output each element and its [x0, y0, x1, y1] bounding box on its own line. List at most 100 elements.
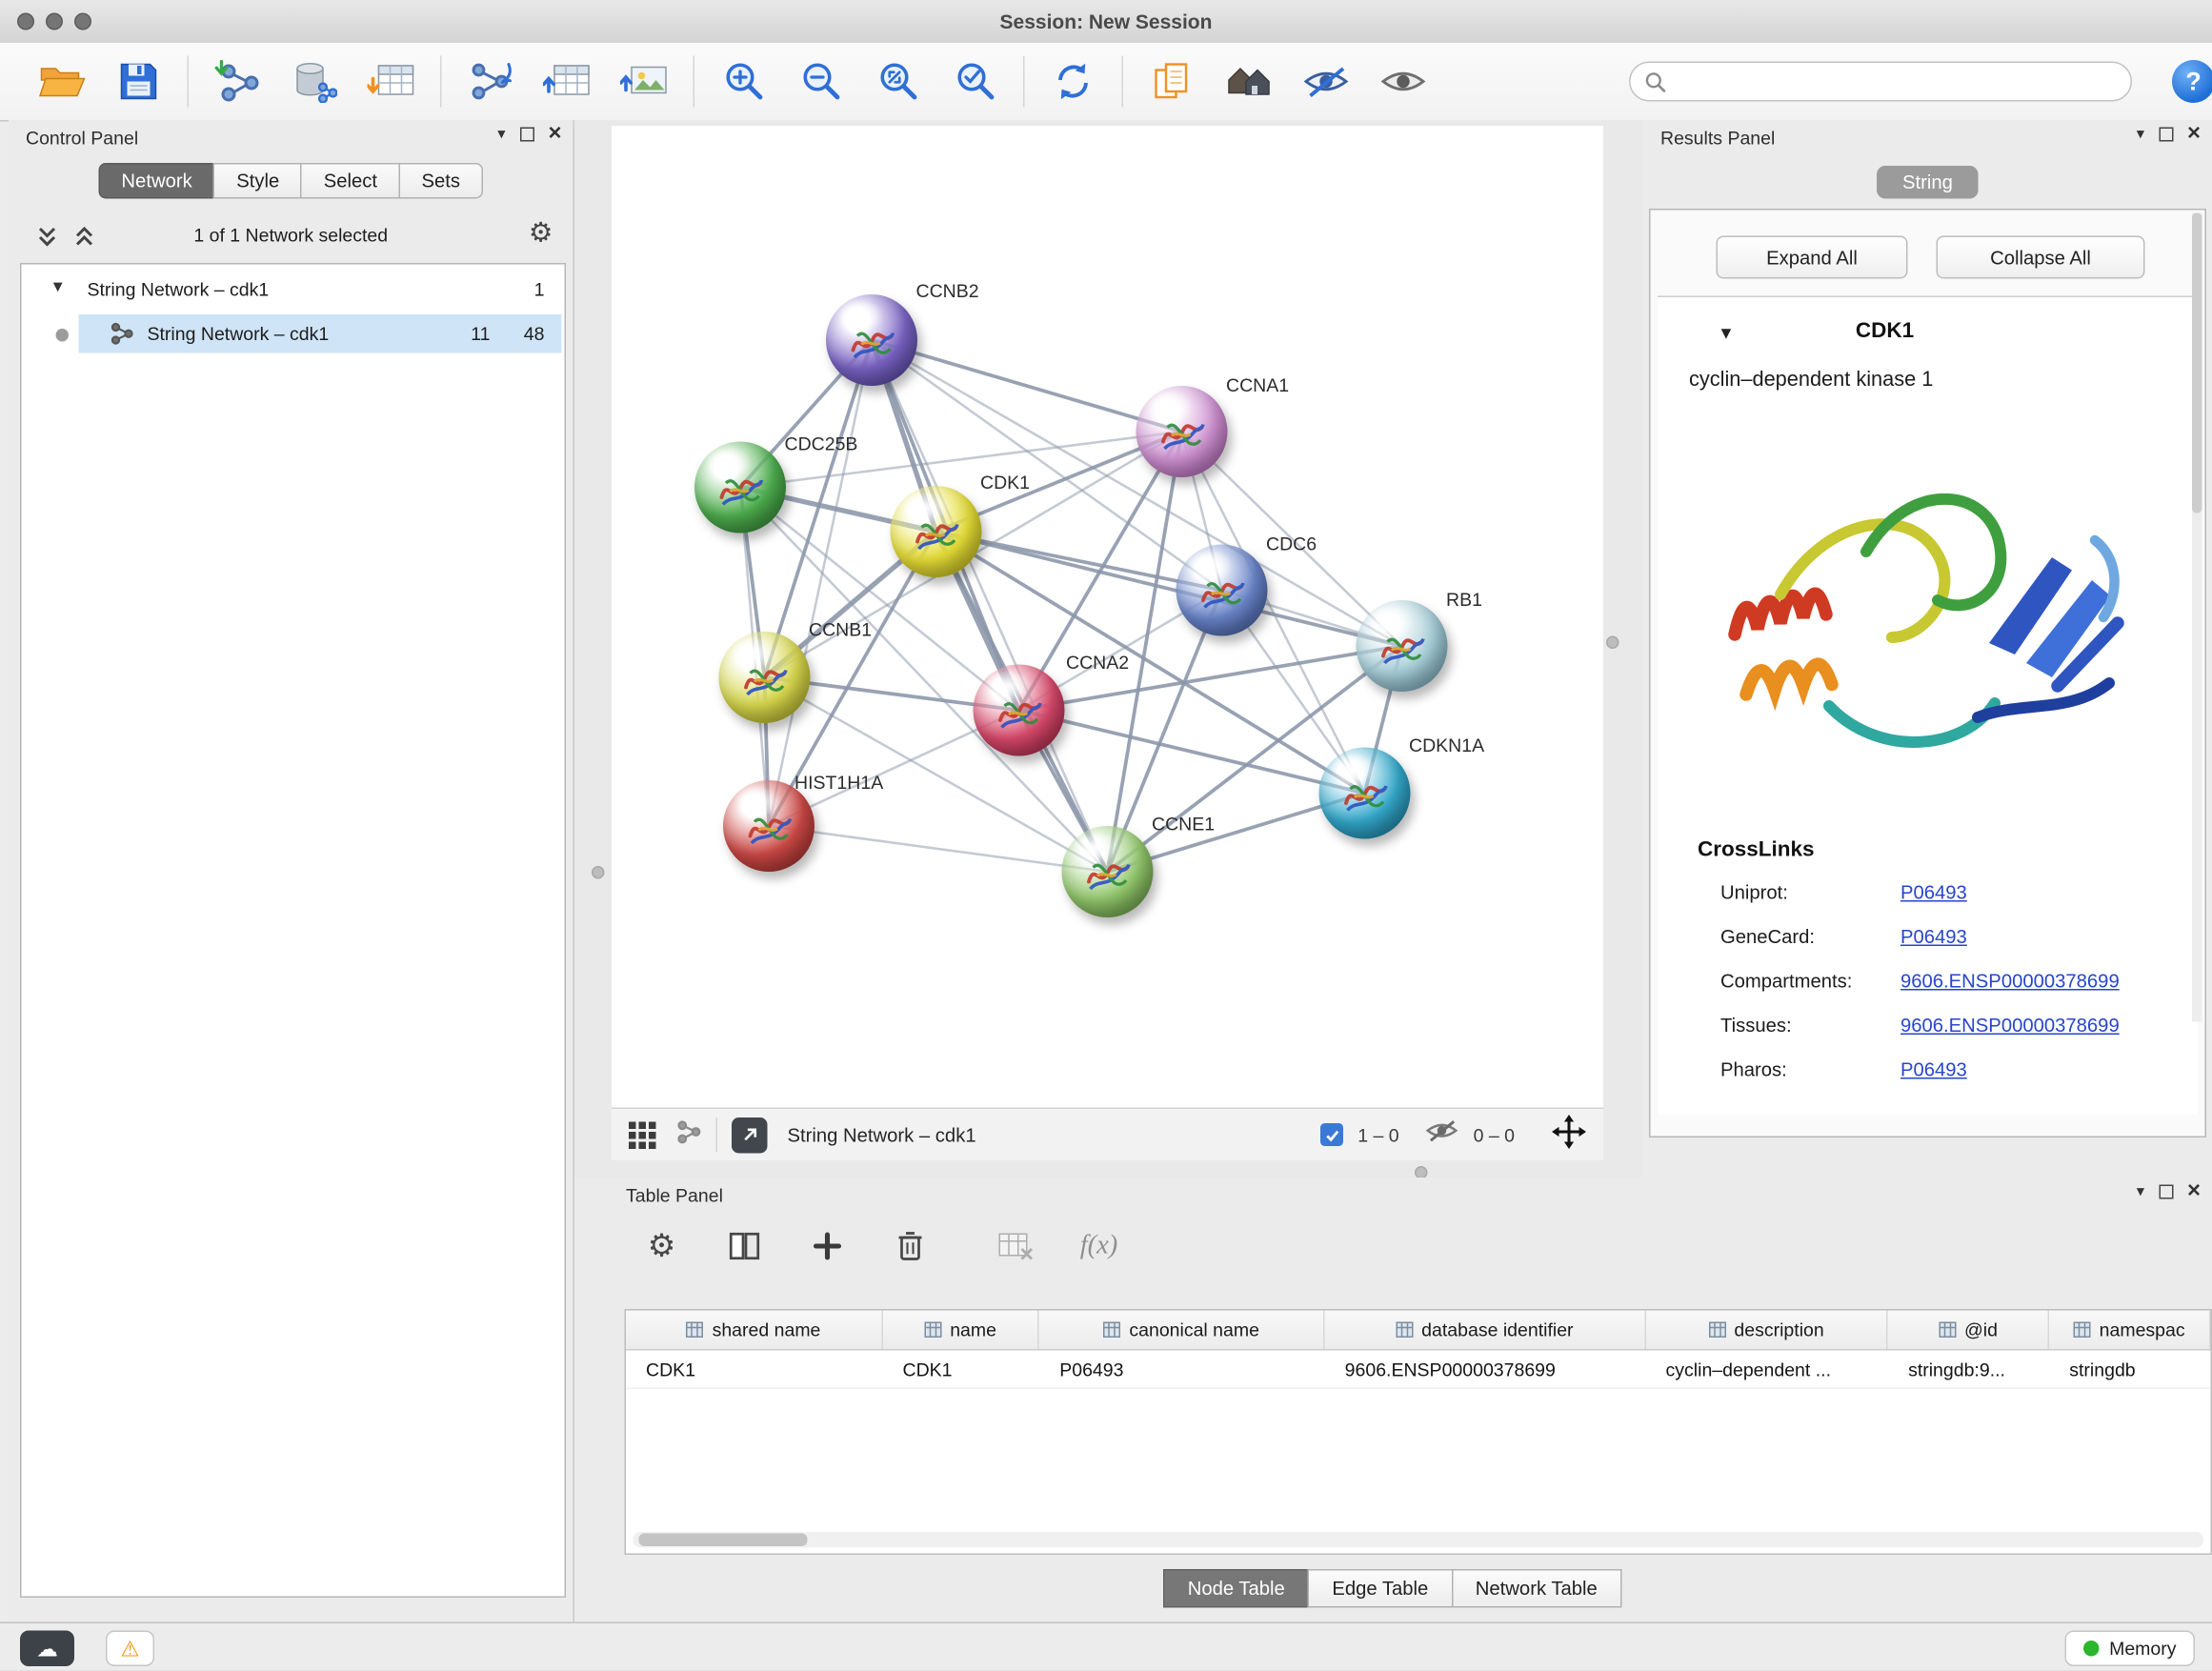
column-header-canonical-name[interactable]: canonical name [1039, 1311, 1324, 1350]
import-table-from-file-button[interactable] [353, 50, 431, 113]
network-options-gear-icon[interactable]: ⚙ [529, 217, 553, 251]
panel-float-icon[interactable] [2159, 1184, 2173, 1198]
import-network-from-database-button[interactable] [276, 50, 353, 113]
search-box[interactable] [1629, 62, 2132, 102]
panel-close-icon[interactable]: × [548, 127, 561, 141]
show-graphics-details-button[interactable] [1211, 50, 1288, 113]
panel-close-icon[interactable]: × [2187, 127, 2201, 141]
column-header-name[interactable]: name [883, 1311, 1040, 1350]
main-toolbar: ? [0, 43, 2212, 122]
network-edge[interactable] [872, 340, 1182, 432]
table-row[interactable]: CDK1CDK1P064939606.ENSP00000378699cyclin… [626, 1351, 2211, 1390]
table-toolbar: ⚙ [640, 1220, 1120, 1272]
open-session-button[interactable] [23, 50, 100, 113]
warnings-button[interactable]: ⚠ [106, 1631, 154, 1667]
tab-select[interactable]: Select [301, 163, 400, 199]
panel-float-icon[interactable] [519, 127, 533, 141]
table-settings-gear-icon[interactable]: ⚙ [640, 1225, 683, 1268]
network-edge[interactable] [872, 340, 1108, 872]
network-node-ccne1[interactable] [1062, 826, 1154, 917]
hide-selected-button[interactable] [1288, 50, 1365, 113]
column-header-database-identifier[interactable]: database identifier [1325, 1311, 1646, 1350]
create-column-plus-icon[interactable] [806, 1225, 849, 1268]
export-image-button[interactable] [606, 50, 683, 113]
tab-sets[interactable]: Sets [399, 163, 484, 199]
collapse-all-button[interactable]: Collapse All [1937, 236, 2145, 279]
import-network-from-file-button[interactable] [199, 50, 276, 113]
network-edge[interactable] [769, 340, 872, 826]
crosslink-link[interactable]: 9606.ENSP00000378699 [1900, 971, 2120, 993]
vertical-splitter-handle[interactable] [592, 866, 605, 879]
help-button[interactable]: ? [2172, 60, 2212, 103]
cloud-button[interactable]: ☁ [20, 1631, 74, 1667]
network-share-icon[interactable] [676, 1118, 702, 1152]
control-panel-title: Control Panel [26, 128, 138, 150]
crosslink-link[interactable]: P06493 [1900, 1059, 1967, 1081]
panel-menu-icon[interactable]: ▾ [2137, 125, 2144, 144]
open-in-new-window-icon[interactable] [732, 1117, 768, 1153]
expand-all-button[interactable]: Expand All [1717, 236, 1908, 279]
new-network-from-selection-button[interactable] [452, 50, 529, 113]
show-columns-icon[interactable] [723, 1225, 766, 1268]
panel-menu-icon[interactable]: ▾ [2137, 1182, 2144, 1201]
network-row[interactable]: String Network – cdk1 11 48 [22, 314, 565, 353]
hidden-counts: 0 – 0 [1474, 1124, 1515, 1146]
network-node-ccnb1[interactable] [719, 632, 811, 723]
network-node-cdkn1a[interactable] [1319, 748, 1411, 839]
network-node-rb1[interactable] [1357, 600, 1448, 692]
zoom-selected-button[interactable] [936, 50, 1014, 113]
pan-crosshair-icon[interactable] [1552, 1114, 1586, 1156]
network-collection-row[interactable]: ▼ String Network – cdk1 1 [22, 271, 565, 310]
panel-menu-icon[interactable]: ▾ [497, 125, 505, 144]
tab-network-table[interactable]: Network Table [1451, 1569, 1621, 1608]
network-edge[interactable] [769, 826, 1108, 872]
column-header-shared-name[interactable]: shared name [626, 1311, 883, 1350]
network-canvas[interactable]: CCNB2CCNA1CDC25BCDK1CDC6RB1CCNB1CCNA2CDK… [612, 126, 1603, 1108]
zoom-in-icon [722, 60, 765, 103]
tab-node-table[interactable]: Node Table [1163, 1569, 1309, 1608]
panel-float-icon[interactable] [2159, 127, 2173, 141]
tab-style[interactable]: Style [213, 163, 302, 199]
tab-network[interactable]: Network [98, 163, 214, 199]
network-edge[interactable] [1019, 711, 1365, 794]
column-header--id[interactable]: @id [1888, 1311, 2049, 1350]
scrollbar-thumb[interactable] [2192, 213, 2202, 513]
crosslink-label: Pharos: [1720, 1059, 1787, 1081]
network-node-cdc6[interactable] [1176, 545, 1268, 636]
zoom-out-button[interactable] [782, 50, 859, 113]
crosslink-link[interactable]: P06493 [1900, 926, 1967, 948]
column-header-namespac[interactable]: namespac [2049, 1311, 2210, 1350]
birds-eye-grid-icon[interactable] [629, 1121, 656, 1149]
selected-checkbox-icon[interactable] [1320, 1123, 1343, 1146]
table-horizontal-scrollbar[interactable] [633, 1532, 2204, 1548]
disclosure-triangle-icon[interactable]: ▼ [50, 279, 66, 296]
export-table-button[interactable] [529, 50, 606, 113]
crosslink-link[interactable]: P06493 [1900, 882, 1967, 904]
crosslink-link[interactable]: 9606.ENSP00000378699 [1900, 1015, 2120, 1037]
results-scrollbar[interactable] [2192, 213, 2202, 1022]
tab-edge-table[interactable]: Edge Table [1308, 1569, 1453, 1608]
network-node-cdk1[interactable] [891, 486, 982, 577]
delete-column-trash-icon[interactable] [889, 1225, 932, 1268]
hidden-eye-slash-icon[interactable] [1425, 1117, 1459, 1152]
show-all-button[interactable] [1365, 50, 1442, 113]
save-session-button[interactable] [100, 50, 177, 113]
vertical-splitter-handle[interactable] [1606, 636, 1619, 650]
search-input[interactable] [1675, 70, 2117, 94]
network-node-ccnb2[interactable] [826, 294, 917, 386]
memory-button[interactable]: Memory [2065, 1631, 2195, 1667]
save-icon [117, 60, 160, 103]
network-node-hist1h1a[interactable] [723, 780, 814, 872]
network-node-ccna1[interactable] [1136, 386, 1228, 477]
panel-close-icon[interactable]: × [2187, 1184, 2201, 1198]
column-header-description[interactable]: description [1646, 1311, 1889, 1350]
apply-preferred-layout-button[interactable] [1035, 50, 1112, 113]
tab-string[interactable]: String [1877, 166, 1979, 199]
network-node-ccna2[interactable] [974, 665, 1065, 756]
network-edge[interactable] [936, 532, 1402, 646]
zoom-in-button[interactable] [705, 50, 782, 113]
scrollbar-thumb[interactable] [639, 1534, 808, 1547]
zoom-fit-content-button[interactable] [859, 50, 936, 113]
network-node-cdc25b[interactable] [694, 442, 786, 534]
open-copy-button[interactable] [1134, 50, 1211, 113]
